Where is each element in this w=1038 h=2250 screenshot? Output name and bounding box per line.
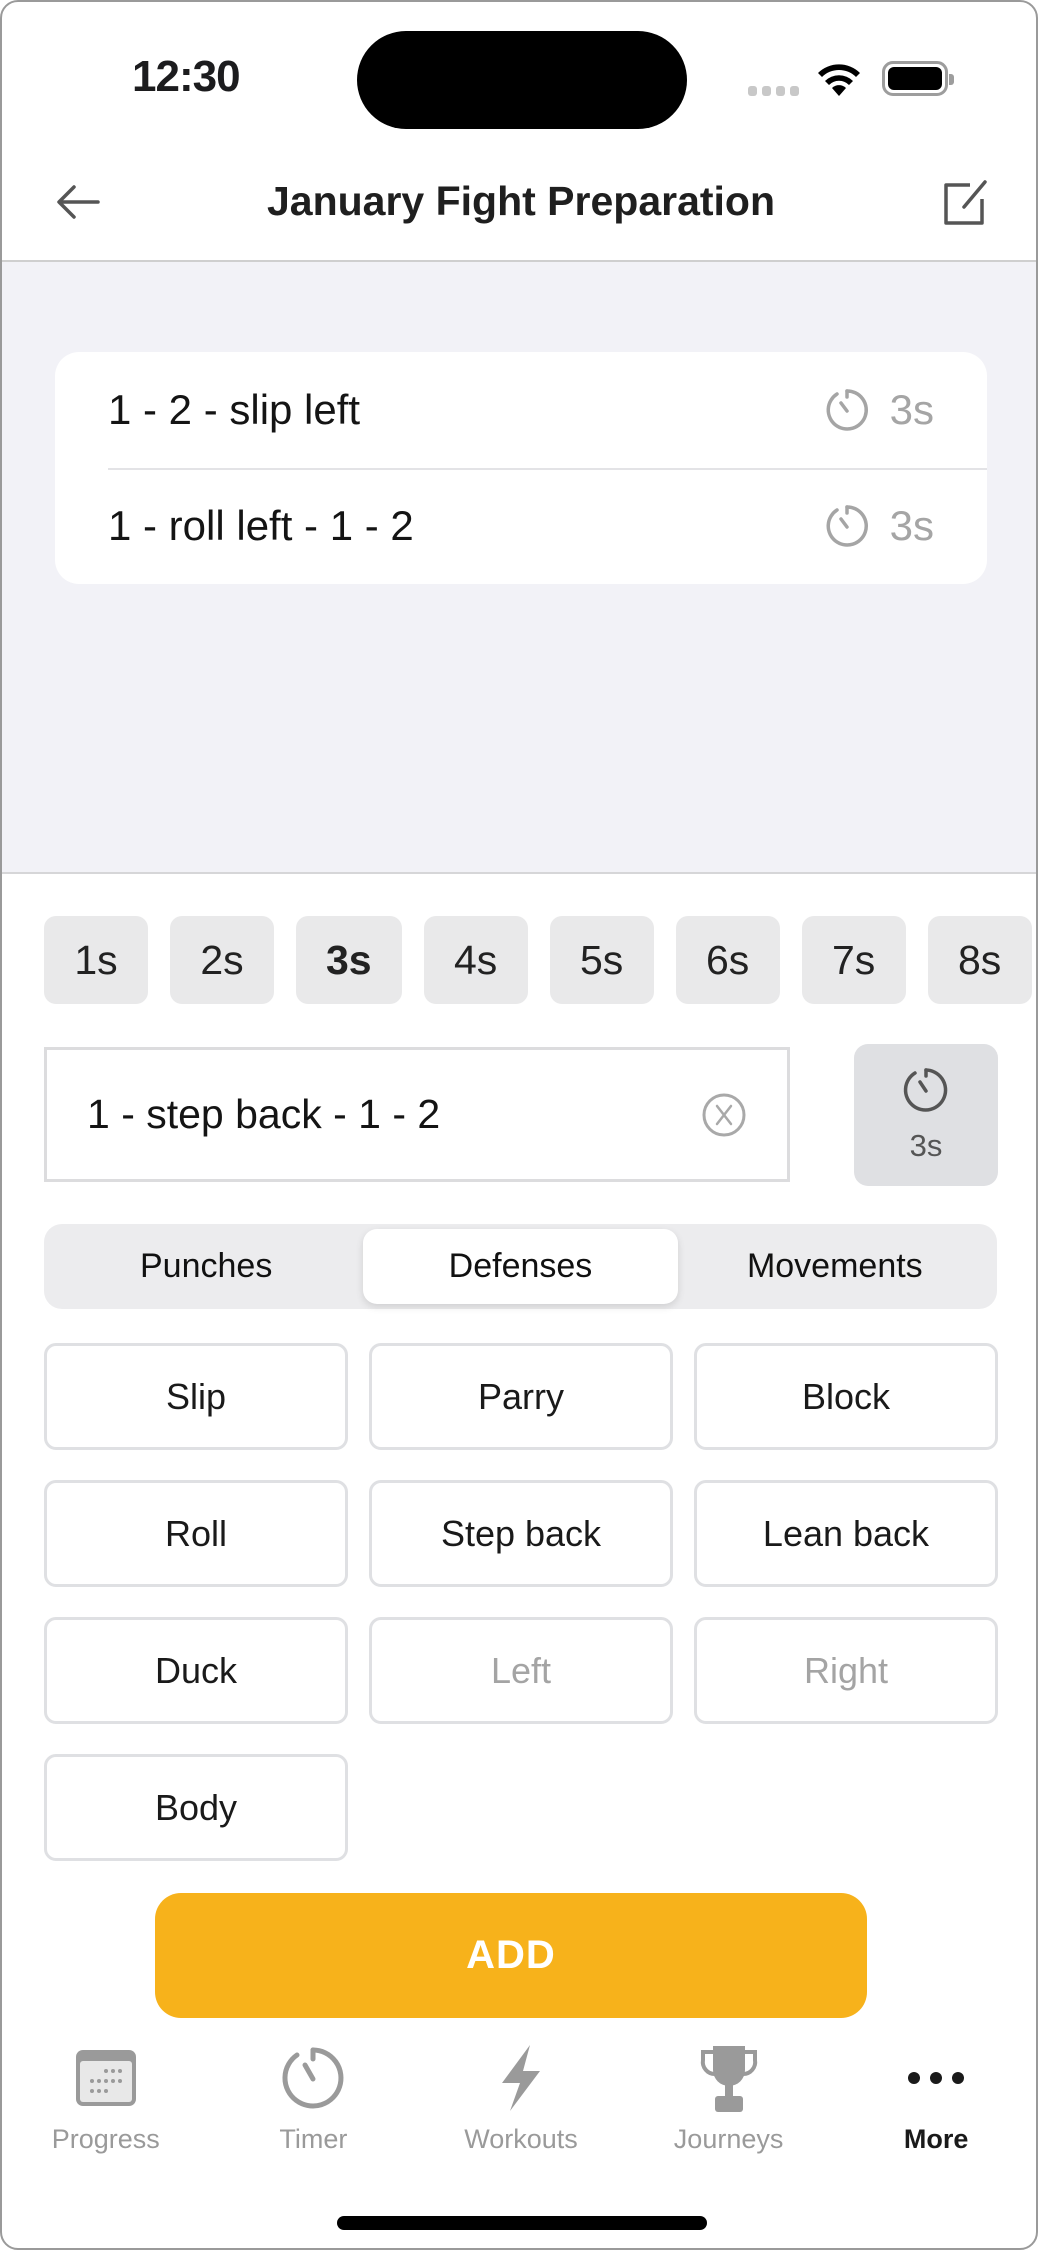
combo-list: 1 - 2 - slip left 3s 1 - roll left - 1 -… — [55, 352, 987, 584]
wifi-icon — [818, 64, 860, 96]
tab-punches[interactable]: Punches — [49, 1229, 363, 1304]
status-time: 12:30 — [132, 52, 241, 101]
duration-chip-6s[interactable]: 6s — [675, 916, 780, 1004]
duration-chip-1s[interactable]: 1s — [44, 916, 148, 1004]
duration-button[interactable]: 3s — [854, 1044, 998, 1186]
battery-icon — [882, 61, 954, 96]
move-step-back[interactable]: Step back — [369, 1480, 673, 1587]
tab-label: Journeys — [673, 2124, 784, 2154]
tab-label: Workouts — [464, 2124, 578, 2154]
tab-label: More — [903, 2124, 969, 2154]
home-indicator[interactable] — [337, 2216, 707, 2230]
tab-label: Timer — [279, 2124, 348, 2154]
duration-chip-3s[interactable]: 3s — [296, 916, 402, 1004]
combo-input-container — [44, 1047, 790, 1182]
duration-chip-5s[interactable]: 5s — [549, 916, 654, 1004]
combo-duration: 3s — [889, 386, 934, 433]
combo-text: 1 - 2 - slip left — [108, 386, 361, 433]
edit-icon[interactable] — [940, 177, 992, 229]
duration-chip-4s[interactable]: 4s — [423, 916, 528, 1004]
timer-icon — [826, 505, 868, 547]
app-screen: 12:30 January Fight Preparation 1 - 2 - … — [0, 0, 1038, 2250]
bolt-icon — [501, 2045, 540, 2111]
combo-row[interactable]: 1 - roll left - 1 - 2 3s — [55, 468, 987, 584]
tab-more[interactable]: More — [832, 2042, 1036, 2182]
move-roll[interactable]: Roll — [44, 1480, 348, 1587]
navigation-bar: January Fight Preparation — [2, 152, 1036, 262]
timer-icon — [282, 2047, 344, 2109]
timer-icon — [826, 389, 868, 431]
combo-duration: 3s — [889, 502, 934, 549]
dynamic-island — [357, 31, 687, 129]
move-parry[interactable]: Parry — [369, 1343, 673, 1450]
tab-bar: Progress Timer Workouts Journeys More — [2, 2042, 1036, 2182]
tab-defenses[interactable]: Defenses — [363, 1229, 678, 1304]
tab-progress[interactable]: Progress — [2, 2042, 210, 2182]
tab-movements[interactable]: Movements — [678, 1229, 992, 1304]
tab-timer[interactable]: Timer — [210, 2042, 418, 2182]
moves-grid: Slip Parry Block Roll Step back Lean bac… — [44, 1343, 998, 1861]
duration-chip-8s[interactable]: 8s — [927, 916, 1032, 1004]
combo-row[interactable]: 1 - 2 - slip left 3s — [55, 352, 987, 468]
duration-chips: 1s 2s 3s 4s 5s 6s 7s 8s — [44, 916, 1032, 1004]
move-body[interactable]: Body — [44, 1754, 348, 1861]
move-block[interactable]: Block — [694, 1343, 998, 1450]
tab-workouts[interactable]: Workouts — [417, 2042, 625, 2182]
tab-label: Progress — [51, 2124, 160, 2154]
cellular-signal-icon — [748, 86, 799, 96]
combo-text: 1 - roll left - 1 - 2 — [108, 502, 414, 549]
move-lean-back[interactable]: Lean back — [694, 1480, 998, 1587]
trophy-icon — [700, 2046, 757, 2112]
tab-journeys[interactable]: Journeys — [625, 2042, 833, 2182]
more-icon — [908, 2072, 965, 2084]
combos-area: 1 - 2 - slip left 3s 1 - roll left - 1 -… — [2, 262, 1036, 874]
move-left[interactable]: Left — [369, 1617, 673, 1724]
timer-icon — [903, 1068, 948, 1112]
move-right[interactable]: Right — [694, 1617, 998, 1724]
combo-input[interactable] — [87, 1091, 701, 1138]
duration-value: 3s — [909, 1128, 943, 1163]
category-segmented-control: Punches Defenses Movements — [44, 1224, 997, 1309]
duration-chip-2s[interactable]: 2s — [170, 916, 274, 1004]
move-duck[interactable]: Duck — [44, 1617, 348, 1724]
calendar-icon — [75, 2050, 136, 2106]
move-slip[interactable]: Slip — [44, 1343, 348, 1450]
duration-chip-7s[interactable]: 7s — [801, 916, 906, 1004]
clear-icon[interactable] — [701, 1092, 747, 1138]
page-title: January Fight Preparation — [266, 178, 776, 224]
add-button[interactable]: ADD — [155, 1893, 867, 2018]
